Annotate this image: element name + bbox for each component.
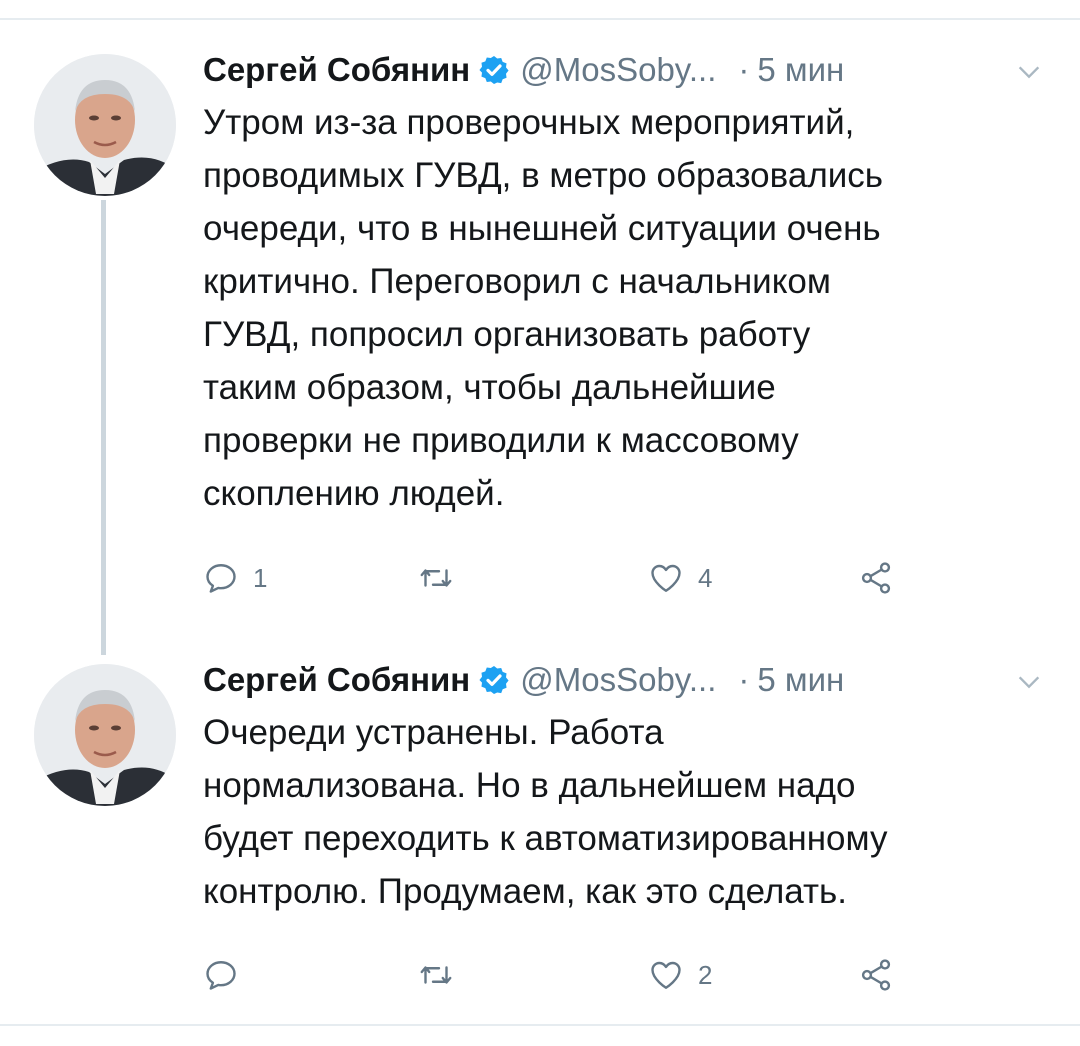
reply-button[interactable] <box>203 950 253 1000</box>
heart-icon <box>648 957 684 993</box>
top-divider <box>0 18 1080 20</box>
like-count: 4 <box>698 562 713 593</box>
tweet-header: Сергей Собянин @MosSoby... · 5 мин <box>203 658 1043 702</box>
retweet-icon <box>418 957 454 993</box>
chevron-down-icon[interactable] <box>1015 58 1043 86</box>
author-handle[interactable]: @MosSoby... <box>520 51 716 89</box>
tweet-timestamp[interactable]: 5 мин <box>757 661 844 699</box>
header-separator: · <box>738 661 750 698</box>
retweet-button[interactable] <box>418 553 468 603</box>
avatar[interactable] <box>34 54 176 196</box>
share-icon <box>858 957 894 993</box>
tweet-text-line: контролю. Продумаем, как это сделать. <box>203 872 847 911</box>
tweet-text: Очереди устранены. Работа нормализована.… <box>203 706 1053 918</box>
like-button[interactable]: 2 <box>648 950 712 1000</box>
tweet-text-line: Утром из-за проверочных мероприятий, <box>203 103 855 142</box>
reply-button[interactable]: 1 <box>203 553 267 603</box>
tweet-actions: 2 <box>203 950 923 1000</box>
share-button[interactable] <box>858 553 894 603</box>
bottom-divider <box>0 1024 1080 1026</box>
tweet-text-line: очереди, что в нынешней ситуации очень <box>203 209 881 248</box>
share-icon <box>858 560 894 596</box>
tweet-text-line: будет переходить к автоматизированному <box>203 819 888 858</box>
tweet-text-line: ГУВД, попросил организовать работу <box>203 315 811 354</box>
tweet-text-line: проводимых ГУВД, в метро образовались <box>203 156 884 195</box>
share-button[interactable] <box>858 950 894 1000</box>
like-count: 2 <box>698 959 713 990</box>
tweet-actions: 1 4 <box>203 553 923 603</box>
tweet-text-line: Очереди устранены. Работа <box>203 713 664 752</box>
retweet-icon <box>418 560 454 596</box>
author-name[interactable]: Сергей Собянин <box>203 51 470 89</box>
author-handle[interactable]: @MosSoby... <box>520 661 716 699</box>
tweet-text-line: критично. Переговорил с начальником <box>203 262 831 301</box>
reply-icon <box>203 560 239 596</box>
thread-connector-line <box>101 200 106 655</box>
chevron-down-icon[interactable] <box>1015 668 1043 696</box>
tweet-header: Сергей Собянин @MosSoby... · 5 мин <box>203 48 1043 92</box>
retweet-button[interactable] <box>418 950 468 1000</box>
tweet-text-line: проверки не приводили к массовому <box>203 421 799 460</box>
tweet-timestamp[interactable]: 5 мин <box>757 51 844 89</box>
reply-icon <box>203 957 239 993</box>
verified-badge-icon <box>478 664 510 696</box>
header-separator: · <box>738 51 750 88</box>
like-button[interactable]: 4 <box>648 553 712 603</box>
reply-count: 1 <box>253 562 268 593</box>
heart-icon <box>648 560 684 596</box>
verified-badge-icon <box>478 54 510 86</box>
tweet-text-line: скоплению людей. <box>203 474 505 513</box>
tweet-text: Утром из-за проверочных мероприятий, про… <box>203 96 1053 520</box>
avatar[interactable] <box>34 664 176 806</box>
tweet-text-line: таким образом, чтобы дальнейшие <box>203 368 776 407</box>
author-name[interactable]: Сергей Собянин <box>203 661 470 699</box>
tweet-text-line: нормализована. Но в дальнейшем надо <box>203 766 856 805</box>
